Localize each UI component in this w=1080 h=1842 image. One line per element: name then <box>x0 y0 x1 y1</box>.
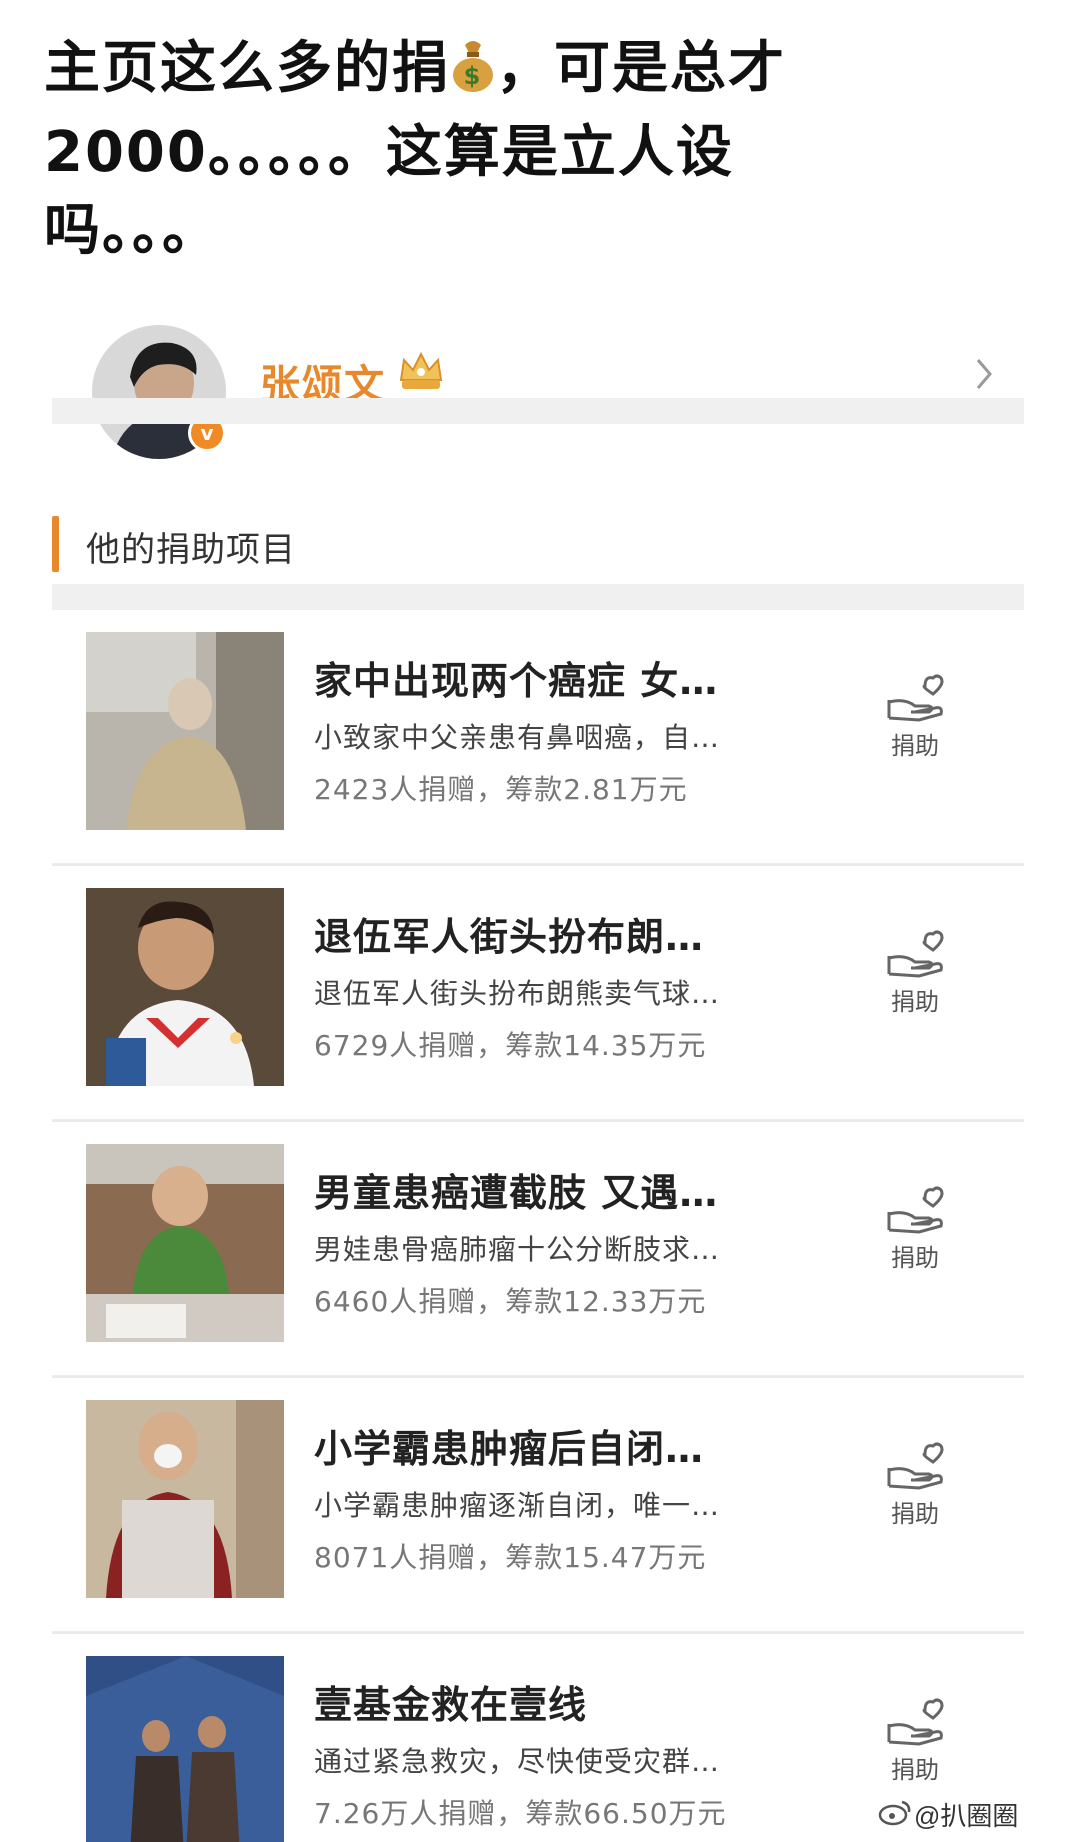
heart-hand-icon <box>887 1186 944 1234</box>
post-line-1-end: ，可是总才 <box>496 36 786 101</box>
section-title: 他的捐助项目 <box>86 530 296 570</box>
donation-item[interactable]: 男童患癌遭截肢 又遇… 男娃患骨癌肺瘤十公分断肢求… 6460人捐赠，筹款12.… <box>52 1122 1024 1378</box>
donate-button[interactable]: 捐助 <box>870 928 960 1028</box>
donate-label: 捐助 <box>891 1244 939 1272</box>
item-stats: 6729人捐赠，筹款14.35万元 <box>314 1029 707 1062</box>
divider-band <box>52 584 1024 610</box>
item-stats: 2423人捐赠，筹款2.81万元 <box>314 773 688 806</box>
item-description: 小学霸患肿瘤逐渐自闭，唯一… <box>314 1489 721 1522</box>
divider-band <box>52 398 1024 424</box>
post-line-1-start: 主页这么多的捐 <box>44 36 450 101</box>
item-description: 男娃患骨癌肺瘤十公分断肢求… <box>314 1233 721 1266</box>
item-stats: 7.26万人捐赠，筹款66.50万元 <box>314 1797 727 1830</box>
donate-label: 捐助 <box>891 732 939 760</box>
section-header: 他的捐助项目 <box>52 498 1024 590</box>
donate-label: 捐助 <box>891 1756 939 1784</box>
donation-item[interactable]: 家中出现两个癌症 女… 小致家中父亲患有鼻咽癌，自… 2423人捐赠，筹款2.8… <box>52 610 1024 866</box>
donate-button[interactable]: 捐助 <box>870 1440 960 1540</box>
item-title[interactable]: 壹基金救在壹线 <box>314 1674 774 1729</box>
profile-card: v 张颂文 他的捐助项目 家中出现两个癌症 女… 小致家中父亲患有鼻咽癌，自… … <box>52 318 1024 1842</box>
item-thumbnail[interactable] <box>86 888 284 1086</box>
item-thumbnail[interactable] <box>86 1144 284 1342</box>
donate-label: 捐助 <box>891 1500 939 1528</box>
item-stats: 8071人捐赠，筹款15.47万元 <box>314 1541 707 1574</box>
profile-header[interactable]: v 张颂文 <box>52 318 1024 466</box>
watermark-text: @扒圈圈 <box>914 1801 1019 1831</box>
item-thumbnail[interactable] <box>86 632 284 830</box>
item-description: 小致家中父亲患有鼻咽癌，自… <box>314 721 721 754</box>
donation-item[interactable]: 退伍军人街头扮布朗… 退伍军人街头扮布朗熊卖气球… 6729人捐赠，筹款14.3… <box>52 866 1024 1122</box>
donate-button[interactable]: 捐助 <box>870 1184 960 1284</box>
heart-hand-icon <box>887 1698 944 1746</box>
item-description: 通过紧急救灾，尽快使受灾群… <box>314 1745 721 1778</box>
donation-item[interactable]: 小学霸患肿瘤后自闭… 小学霸患肿瘤逐渐自闭，唯一… 8071人捐赠，筹款15.4… <box>52 1378 1024 1634</box>
post-line-3: 吗。。。 <box>44 198 220 263</box>
item-description: 退伍军人街头扮布朗熊卖气球… <box>314 977 721 1010</box>
item-title[interactable]: 家中出现两个癌症 女… <box>314 650 774 705</box>
post-line-1: 主页这么多的捐 $ ，可是总才 <box>44 30 1044 114</box>
item-title[interactable]: 小学霸患肿瘤后自闭… <box>314 1418 774 1473</box>
post-text: 主页这么多的捐 $ ，可是总才 2000。。。。。这算是立人设 吗。。。 <box>44 30 1044 270</box>
chevron-right-icon[interactable] <box>974 356 994 396</box>
section-accent-bar <box>52 516 59 572</box>
weibo-logo-icon <box>878 1798 912 1830</box>
heart-hand-icon <box>887 930 944 978</box>
item-stats: 6460人捐赠，筹款12.33万元 <box>314 1285 707 1318</box>
donate-button[interactable]: 捐助 <box>870 1696 960 1796</box>
donate-button[interactable]: 捐助 <box>870 672 960 772</box>
item-title[interactable]: 男童患癌遭截肢 又遇… <box>314 1162 774 1217</box>
heart-hand-icon <box>887 1442 944 1490</box>
item-thumbnail[interactable] <box>86 1656 284 1842</box>
item-title[interactable]: 退伍军人街头扮布朗… <box>314 906 774 961</box>
post-line-2: 2000。。。。。这算是立人设 <box>44 120 734 185</box>
money-bag-symbol: $ <box>464 62 483 90</box>
donate-label: 捐助 <box>891 988 939 1016</box>
item-thumbnail[interactable] <box>86 1400 284 1598</box>
money-bag-icon: $ <box>450 36 496 114</box>
heart-hand-icon <box>887 674 944 722</box>
crown-icon <box>396 350 446 400</box>
